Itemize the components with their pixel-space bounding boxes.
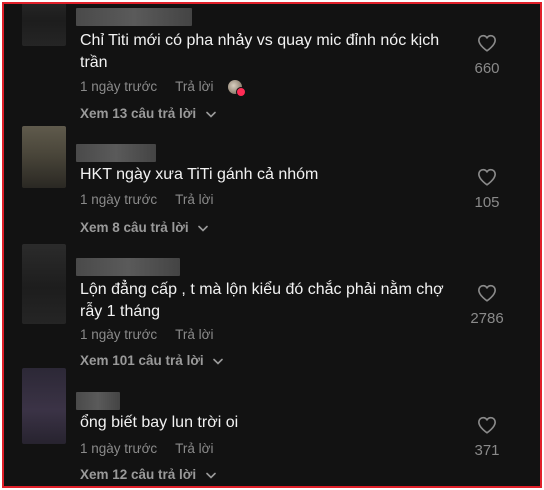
like-count: 105: [474, 194, 500, 211]
username-redacted[interactable]: [76, 144, 156, 162]
view-replies-label: Xem 12 câu trả lời: [80, 467, 197, 482]
comment-meta: 1 ngày trước Trả lời: [80, 326, 214, 344]
view-replies-button[interactable]: Xem 8 câu trả lời: [80, 219, 209, 237]
comment-meta: 1 ngày trước Trả lời: [80, 440, 214, 458]
heart-outline-icon[interactable]: [477, 168, 497, 186]
heart-badge-icon: [235, 87, 246, 98]
heart-outline-icon[interactable]: [477, 34, 497, 52]
comment-time: 1 ngày trước: [80, 79, 158, 94]
comment-meta: 1 ngày trước Trả lời: [80, 78, 246, 98]
like-count: 2786: [470, 310, 504, 327]
like-group: 371: [460, 416, 514, 460]
chevron-down-icon: [198, 225, 209, 232]
comment-item: Lộn đẳng cấp , t mà lộn kiểu đó chắc phả…: [4, 244, 540, 368]
creator-liked-avatar-icon: [227, 80, 246, 98]
view-replies-button[interactable]: Xem 12 câu trả lời: [80, 466, 216, 484]
comment-time: 1 ngày trước: [80, 192, 158, 207]
chevron-down-icon: [206, 111, 216, 118]
view-replies-label: Xem 13 câu trả lời: [80, 106, 197, 121]
avatar[interactable]: [22, 244, 66, 324]
comment-text: Lộn đẳng cấp , t mà lộn kiểu đó chắc phả…: [80, 281, 444, 320]
reply-button[interactable]: Trả lời: [175, 79, 213, 94]
avatar[interactable]: [22, 126, 66, 188]
comment-time: 1 ngày trước: [80, 441, 158, 456]
view-replies-label: Xem 8 câu trả lời: [80, 220, 189, 235]
avatar[interactable]: [22, 4, 66, 46]
reply-button[interactable]: Trả lời: [175, 327, 213, 342]
heart-outline-icon[interactable]: [477, 416, 497, 434]
comment-time: 1 ngày trước: [80, 327, 158, 342]
reply-button[interactable]: Trả lời: [175, 441, 213, 456]
comment-item: Chỉ Titi mới có pha nhảy vs quay mic đỉn…: [4, 4, 540, 124]
comment-text: HKT ngày xưa TiTi gánh cả nhóm: [80, 166, 319, 183]
comment-text: Chỉ Titi mới có pha nhảy vs quay mic đỉn…: [80, 32, 440, 71]
comments-panel: Chỉ Titi mới có pha nhảy vs quay mic đỉn…: [2, 2, 542, 488]
username-redacted[interactable]: [76, 258, 180, 276]
comment-item: ổng biết bay lun trời oi 1 ngày trước Trả…: [4, 364, 540, 484]
like-count: 371: [474, 442, 500, 459]
username-redacted[interactable]: [76, 392, 120, 410]
like-count: 660: [474, 60, 500, 77]
chevron-down-icon: [206, 472, 216, 479]
like-group: 105: [460, 168, 514, 212]
comment-item: HKT ngày xưa TiTi gánh cả nhóm 1 ngày tr…: [4, 124, 540, 244]
comment-text: ổng biết bay lun trời oi: [80, 414, 239, 431]
avatar[interactable]: [22, 368, 66, 444]
comment-meta: 1 ngày trước Trả lời: [80, 191, 214, 209]
reply-button[interactable]: Trả lời: [175, 192, 213, 207]
heart-outline-icon[interactable]: [477, 284, 497, 302]
view-replies-button[interactable]: Xem 13 câu trả lời: [80, 105, 216, 123]
like-group: 2786: [460, 284, 514, 328]
like-group: 660: [460, 34, 514, 78]
username-redacted[interactable]: [76, 8, 192, 26]
